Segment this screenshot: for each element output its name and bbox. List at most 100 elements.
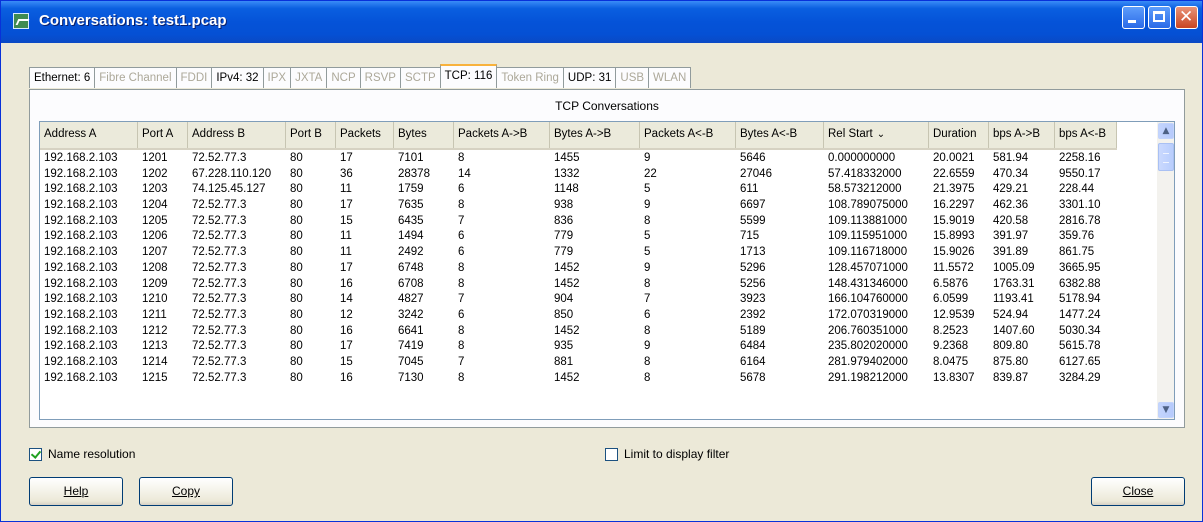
table-row[interactable]: 192.168.2.103 1211 72.52.77.3 80 12 3242 6 850 6… (40, 307, 1117, 323)
table-cell: 938 (554, 199, 574, 212)
close-button[interactable]: Close (1091, 477, 1185, 506)
column-header-packets-a-to-b[interactable]: Packets A->B (454, 122, 550, 148)
table-cell: 779 (554, 246, 574, 259)
table-cell: 715 (740, 230, 760, 243)
column-header-label: Packets A->B (458, 128, 528, 140)
table-cell: 7 (458, 214, 465, 227)
table-cell: 72.52.77.3 (192, 308, 247, 321)
maximize-button[interactable] (1148, 6, 1171, 29)
tab-tcp-116[interactable]: TCP: 116 (439, 64, 498, 88)
table-row[interactable]: 192.168.2.103 1215 72.52.77.3 80 16 7130 8 1452… (40, 370, 1117, 386)
column-header-bps-a-from-b[interactable]: bps A<-B (1055, 122, 1117, 148)
table-cell: 1148 (554, 183, 579, 196)
table-cell: 8.0475 (933, 355, 969, 368)
help-button[interactable]: Help (29, 477, 123, 506)
title-bar[interactable]: Conversations: test1.pcap ✕ (1, 1, 1202, 43)
tab-ipv4-32[interactable]: IPv4: 32 (211, 67, 264, 88)
scroll-thumb[interactable] (1158, 143, 1174, 171)
table-row[interactable]: 192.168.2.103 1205 72.52.77.3 80 15 6435 7 836 8… (40, 213, 1117, 229)
table-row[interactable]: 192.168.2.103 1213 72.52.77.3 80 17 7419 8 935 9… (40, 338, 1117, 354)
table-row[interactable]: 192.168.2.103 1202 67.228.110.120 80 36 28378… (40, 166, 1117, 182)
column-header-port-b[interactable]: Port B (286, 122, 336, 148)
tab-fddi: FDDI (175, 67, 213, 88)
column-header-packets-a-from-b[interactable]: Packets A<-B (640, 122, 736, 148)
column-header-label: Port A (142, 128, 174, 140)
column-header-address-b[interactable]: Address B (188, 122, 286, 148)
checkbox-unchecked-icon[interactable] (605, 447, 618, 461)
table-cell: 6 (458, 246, 465, 259)
column-header-bps-a-to-b[interactable]: bps A->B (989, 122, 1055, 148)
table-cell: 1452 (554, 277, 580, 290)
table-cell: 1452 (554, 261, 580, 274)
name-resolution-checkbox[interactable]: Name resolution (29, 447, 135, 461)
table-cell: 108.789075000 (828, 199, 908, 212)
table-cell: 8 (458, 199, 465, 212)
column-header-bytes[interactable]: Bytes (394, 122, 454, 148)
table-cell: 15 (340, 214, 353, 227)
table-cell: 6.5876 (933, 277, 969, 290)
table-cell: 16 (340, 324, 353, 337)
table-cell: 3242 (398, 308, 424, 321)
column-header-bytes-a-from-b[interactable]: Bytes A<-B (736, 122, 824, 148)
table-cell: 72.52.77.3 (192, 214, 247, 227)
table-cell: 7 (644, 293, 651, 306)
table-row[interactable]: 192.168.2.103 1201 72.52.77.3 80 17 7101 8 1455… (40, 150, 1117, 166)
column-header-port-a[interactable]: Port A (138, 122, 188, 148)
table-row[interactable]: 192.168.2.103 1203 74.125.45.127 80 11 1759 6 1… (40, 181, 1117, 197)
table-cell: 192.168.2.103 (44, 261, 118, 274)
table-row[interactable]: 192.168.2.103 1208 72.52.77.3 80 17 6748 8 1452… (40, 260, 1117, 276)
table-cell: 5030.34 (1059, 324, 1101, 337)
checkbox-checked-icon[interactable] (29, 447, 42, 461)
limit-filter-checkbox[interactable]: Limit to display filter (605, 447, 729, 461)
table-cell: 2816.78 (1059, 214, 1101, 227)
table-row[interactable]: 192.168.2.103 1206 72.52.77.3 80 11 1494 6 779 5… (40, 228, 1117, 244)
table-cell: 3284.29 (1059, 371, 1101, 384)
minimize-button[interactable] (1122, 6, 1145, 29)
table-cell: 192.168.2.103 (44, 308, 118, 321)
table-row[interactable]: 192.168.2.103 1204 72.52.77.3 80 17 7635 8 938 9… (40, 197, 1117, 213)
table-row[interactable]: 192.168.2.103 1214 72.52.77.3 80 15 7045 7 881 8… (40, 354, 1117, 370)
column-header-label: Packets (340, 128, 381, 140)
table-cell: 850 (554, 308, 574, 321)
panel-title: TCP Conversations (555, 99, 659, 113)
tab-ethernet-6[interactable]: Ethernet: 6 (29, 67, 96, 88)
scroll-down-button[interactable]: ▼ (1158, 402, 1174, 418)
column-header-bytes-a-to-b[interactable]: Bytes A->B (550, 122, 640, 148)
table-cell: 8 (644, 214, 651, 227)
table-cell: 1209 (142, 277, 168, 290)
column-header-packets[interactable]: Packets (336, 122, 394, 148)
table-cell: 15.9026 (933, 246, 975, 259)
close-icon: ✕ (1179, 7, 1194, 27)
table-cell: 67.228.110.120 (192, 167, 272, 180)
table-row[interactable]: 192.168.2.103 1210 72.52.77.3 80 14 4827 7 904 7… (40, 291, 1117, 307)
table-cell: 192.168.2.103 (44, 246, 118, 259)
table-cell: 7130 (398, 371, 424, 384)
table-row[interactable]: 192.168.2.103 1209 72.52.77.3 80 16 6708 8 1452… (40, 276, 1117, 292)
tab-wlan: WLAN (648, 67, 692, 88)
table-cell: 470.34 (993, 167, 1029, 180)
close-label: Close (1122, 484, 1154, 498)
column-header-rel-start[interactable]: Rel Start ⌄ (824, 122, 929, 148)
copy-button[interactable]: Copy (139, 477, 233, 506)
table-cell: 57.418332000 (828, 167, 902, 180)
table-row[interactable]: 192.168.2.103 1207 72.52.77.3 80 11 2492 6 779 5… (40, 244, 1117, 260)
vertical-scrollbar[interactable]: ▲ ▼ (1157, 121, 1175, 420)
table-cell: 80 (290, 324, 303, 337)
column-header-label: Address A (44, 128, 97, 140)
scroll-up-button[interactable]: ▲ (1158, 123, 1174, 139)
tab-udp-31[interactable]: UDP: 31 (562, 67, 617, 88)
column-header-address-a[interactable]: Address A (40, 122, 138, 148)
table-cell: 16 (340, 277, 353, 290)
table-cell: 192.168.2.103 (44, 277, 118, 290)
table-cell: 7419 (398, 340, 424, 353)
table-cell: 1215 (142, 371, 168, 384)
table-cell: 281.979402000 (828, 355, 908, 368)
table-cell: 11 (340, 230, 352, 243)
close-window-button[interactable]: ✕ (1175, 6, 1198, 29)
table-row[interactable]: 192.168.2.103 1212 72.52.77.3 80 16 6641 8 1452… (40, 323, 1117, 339)
table-cell: 0.000000000 (828, 152, 896, 164)
table-cell: 9 (644, 152, 651, 164)
table-cell: 15.8993 (933, 230, 975, 243)
column-header-duration[interactable]: Duration (929, 122, 989, 148)
table-cell: 1455 (554, 152, 580, 164)
